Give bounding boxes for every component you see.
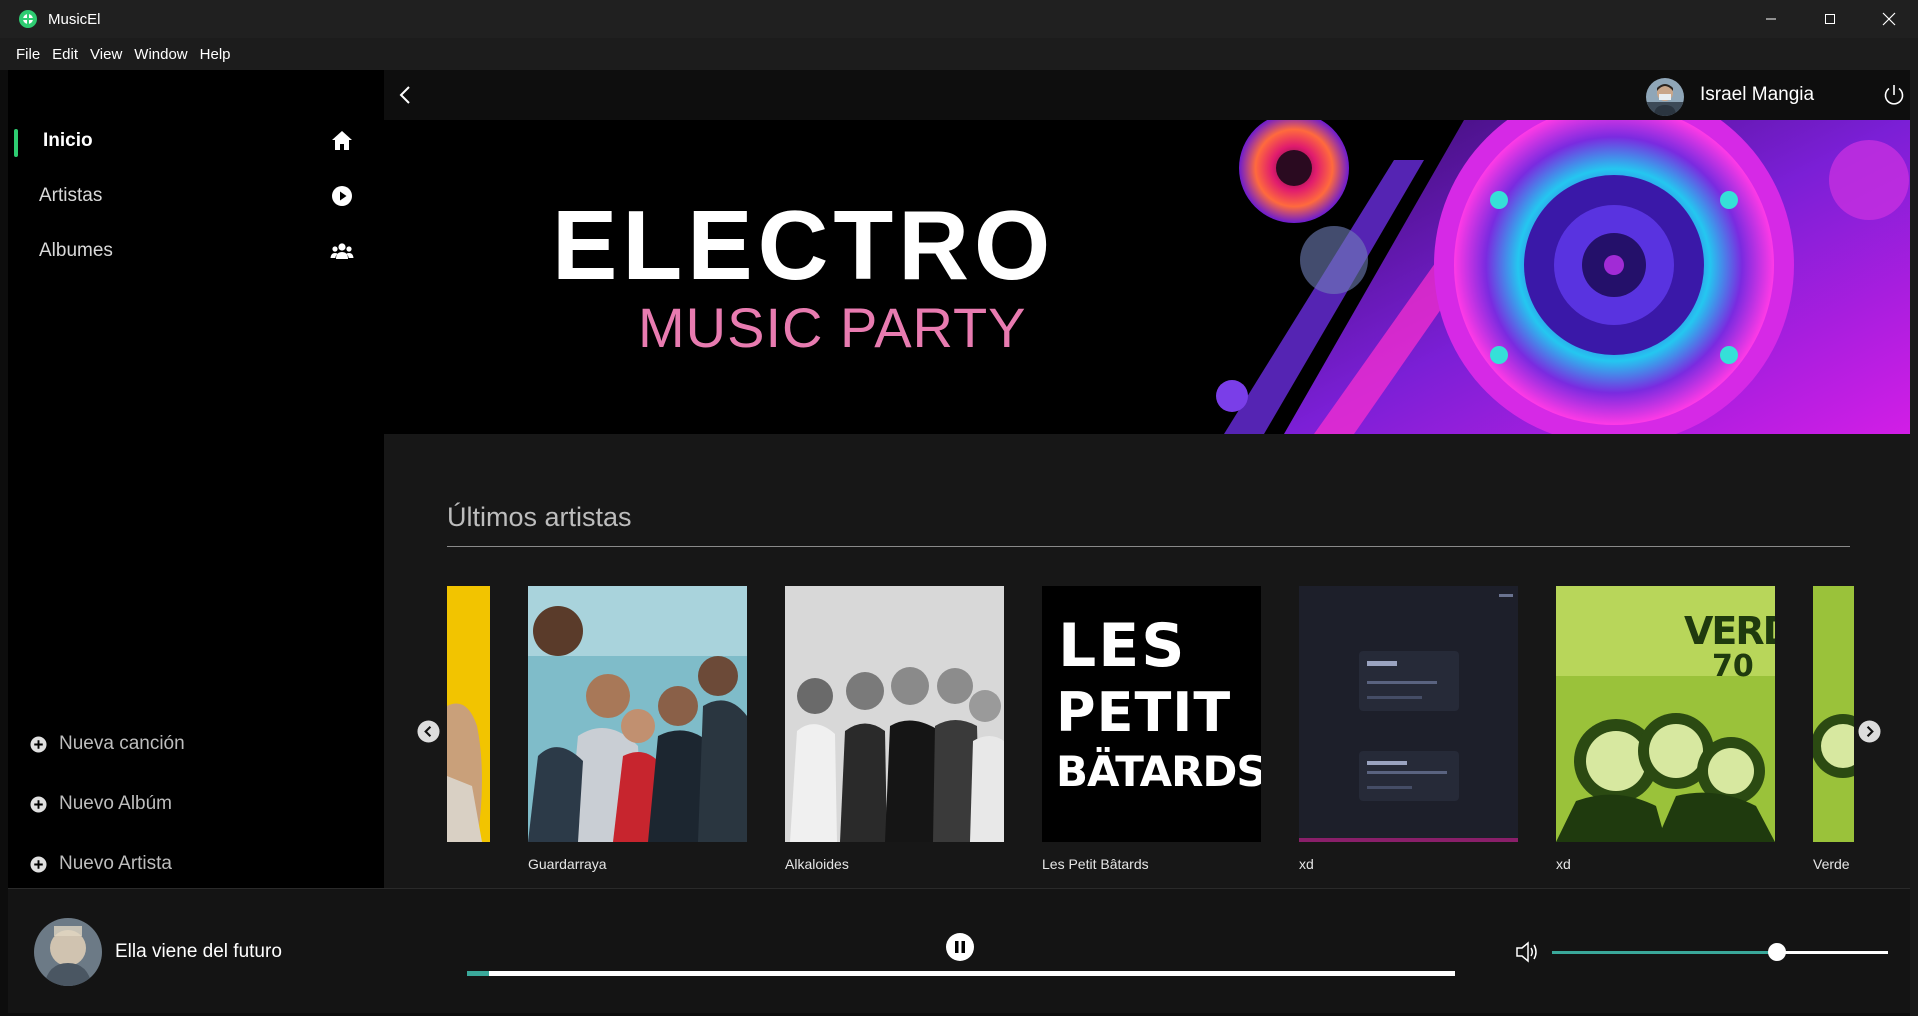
play-circle-icon bbox=[332, 186, 352, 206]
user-name: Israel Mangia bbox=[1700, 84, 1815, 105]
artist-card[interactable]: xd bbox=[1299, 586, 1518, 872]
artist-card[interactable]: Verde 7 bbox=[1813, 586, 1854, 872]
window-edge bbox=[1910, 70, 1918, 1016]
power-icon[interactable] bbox=[1882, 83, 1906, 107]
artist-image bbox=[1299, 586, 1518, 842]
new-album-label: Nuevo Albúm bbox=[59, 793, 173, 814]
volume-fill bbox=[1552, 951, 1778, 954]
banner-subtitle: MUSIC PARTY bbox=[638, 296, 1027, 359]
pause-icon[interactable] bbox=[945, 932, 975, 962]
menu-edit[interactable]: Edit bbox=[52, 46, 78, 63]
artist-art-text: LES bbox=[1058, 611, 1187, 681]
close-icon bbox=[1882, 12, 1895, 26]
sidebar-item-label: Inicio bbox=[43, 130, 93, 151]
artist-card[interactable]: Alkaloides bbox=[785, 586, 1004, 872]
artist-name: xd bbox=[1299, 856, 1314, 872]
sidebar-item-albumes[interactable]: Albumes bbox=[8, 225, 384, 277]
carousel-prev-icon[interactable] bbox=[417, 720, 440, 743]
artist-image bbox=[447, 586, 490, 842]
progress-fill bbox=[467, 971, 489, 976]
volume-icon[interactable] bbox=[1515, 941, 1539, 963]
artist-name: Alkaloides bbox=[785, 856, 849, 872]
menu-file[interactable]: File bbox=[16, 46, 40, 63]
sidebar-item-inicio[interactable]: Inicio bbox=[8, 115, 384, 167]
artist-name: xd bbox=[1556, 856, 1571, 872]
window-title: MusicEl bbox=[48, 10, 101, 28]
new-song-button[interactable]: Nueva canción bbox=[30, 729, 185, 759]
home-icon bbox=[332, 131, 352, 150]
minimize-button[interactable] bbox=[1741, 0, 1800, 38]
artist-art-text: VERDE bbox=[1684, 609, 1775, 653]
volume-slider[interactable] bbox=[1552, 943, 1888, 961]
artist-card[interactable]: LES PETIT BÄTARDS Les Petit Bâtards bbox=[1042, 586, 1261, 872]
new-song-label: Nueva canción bbox=[59, 733, 185, 754]
users-icon bbox=[330, 243, 354, 259]
sidebar-item-label: Albumes bbox=[39, 240, 113, 261]
hero-banner: ELECTRO MUSIC PARTY bbox=[384, 120, 1910, 434]
active-indicator bbox=[14, 129, 18, 157]
artist-name: Verde 7 bbox=[1813, 856, 1854, 872]
section-title: Últimos artistas bbox=[447, 502, 632, 532]
plus-circle-icon bbox=[30, 855, 47, 873]
menu-window[interactable]: Window bbox=[134, 46, 187, 63]
menu-help[interactable]: Help bbox=[200, 46, 231, 63]
artist-name: Les Petit Bâtards bbox=[1042, 856, 1149, 872]
artist-art-text: 70 bbox=[1712, 649, 1754, 684]
progress-bar[interactable] bbox=[467, 971, 1455, 976]
user-avatar[interactable] bbox=[1646, 78, 1684, 116]
close-button[interactable] bbox=[1859, 0, 1918, 38]
artist-image bbox=[528, 586, 747, 842]
minimize-icon bbox=[1765, 18, 1776, 20]
artist-card[interactable]: Guardarraya bbox=[528, 586, 747, 872]
window-controls bbox=[1741, 0, 1918, 38]
maximize-button[interactable] bbox=[1800, 0, 1859, 38]
artist-image: VERDE 70 bbox=[1556, 586, 1775, 842]
new-album-button[interactable]: Nuevo Albúm bbox=[30, 789, 172, 819]
volume-thumb[interactable] bbox=[1768, 943, 1787, 961]
banner-title: ELECTRO bbox=[552, 190, 1056, 300]
plus-circle-icon bbox=[30, 795, 47, 813]
carousel-next-icon[interactable] bbox=[1858, 720, 1881, 743]
artist-name: Guardarraya bbox=[528, 856, 607, 872]
artist-art-text: BÄTARDS bbox=[1056, 747, 1261, 796]
artist-image bbox=[785, 586, 1004, 842]
main-content: Últimos artistas Guardarraya Alkaloides … bbox=[384, 434, 1910, 888]
player-bar: Ella viene del futuro bbox=[8, 888, 1910, 1013]
app-logo-icon bbox=[19, 10, 37, 28]
now-playing-cover bbox=[34, 918, 102, 986]
sidebar: Inicio Artistas Albumes Nueva canción Nu… bbox=[8, 70, 384, 888]
back-arrow-icon[interactable] bbox=[394, 83, 418, 107]
menu-view[interactable]: View bbox=[90, 46, 122, 63]
title-bar: MusicEl bbox=[0, 0, 1918, 38]
main-header: Israel Mangia bbox=[384, 70, 1910, 120]
new-artist-button[interactable]: Nuevo Artista bbox=[30, 849, 172, 879]
menu-bar: File Edit View Window Help bbox=[0, 38, 1918, 70]
artist-image bbox=[1813, 586, 1854, 842]
sidebar-item-artistas[interactable]: Artistas bbox=[8, 170, 384, 222]
sidebar-item-label: Artistas bbox=[39, 185, 103, 206]
plus-circle-icon bbox=[30, 735, 47, 753]
maximize-icon bbox=[1824, 14, 1835, 24]
now-playing-title: Ella viene del futuro bbox=[115, 941, 282, 962]
artist-card[interactable] bbox=[447, 586, 490, 856]
artist-image: LES PETIT BÄTARDS bbox=[1042, 586, 1261, 842]
artist-art-text: PETIT bbox=[1056, 681, 1232, 744]
section-divider bbox=[447, 546, 1850, 547]
artist-card[interactable]: VERDE 70 xd bbox=[1556, 586, 1775, 872]
banner-speaker-art bbox=[1216, 120, 1910, 434]
new-artist-label: Nuevo Artista bbox=[59, 853, 172, 874]
